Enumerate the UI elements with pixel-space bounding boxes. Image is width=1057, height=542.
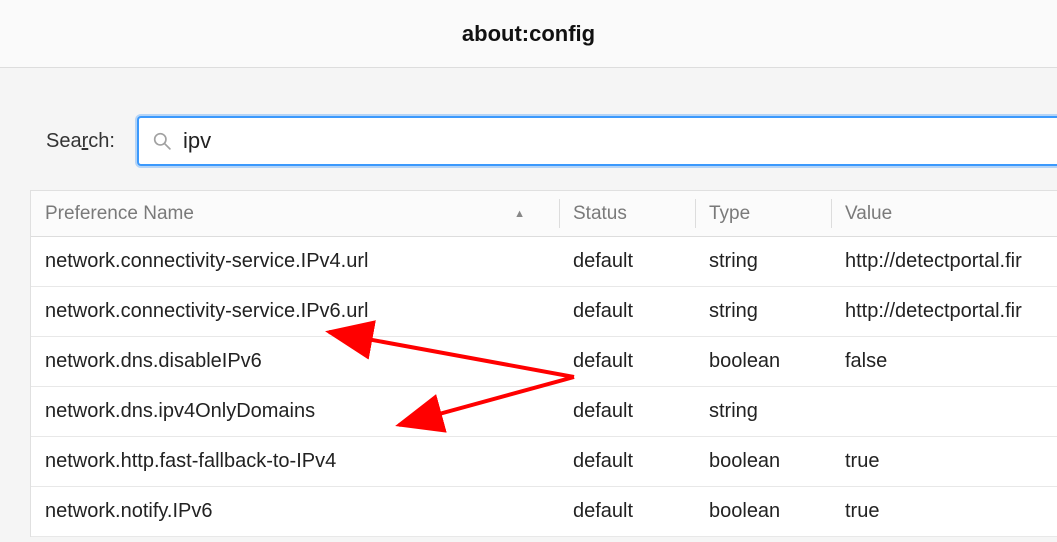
pref-status: default (559, 287, 695, 336)
pref-status: default (559, 437, 695, 486)
pref-status: default (559, 237, 695, 286)
pref-name: network.dns.ipv4OnlyDomains (31, 387, 559, 436)
column-header-type[interactable]: Type (695, 191, 831, 236)
pref-type: string (695, 387, 831, 436)
pref-status: default (559, 337, 695, 386)
search-icon (153, 132, 171, 150)
page-title: about:config (462, 21, 595, 47)
search-input[interactable] (181, 127, 1043, 155)
table-row[interactable]: network.dns.ipv4OnlyDomainsdefaultstring (31, 387, 1057, 437)
table-row[interactable]: network.http.fast-fallback-to-IPv4defaul… (31, 437, 1057, 487)
pref-value: http://detectportal.fir (831, 287, 1057, 336)
search-label: Search: (46, 130, 115, 153)
column-header-status[interactable]: Status (559, 191, 695, 236)
pref-name: network.notify.IPv6 (31, 487, 559, 536)
pref-name: network.connectivity-service.IPv6.url (31, 287, 559, 336)
table-row[interactable]: network.connectivity-service.IPv4.urldef… (31, 237, 1057, 287)
pref-value: http://detectportal.fir (831, 237, 1057, 286)
table-row[interactable]: network.connectivity-service.IPv6.urldef… (31, 287, 1057, 337)
pref-name: network.http.fast-fallback-to-IPv4 (31, 437, 559, 486)
pref-value (831, 387, 1057, 436)
title-bar: about:config (0, 0, 1057, 68)
pref-type: string (695, 287, 831, 336)
column-header-value[interactable]: Value (831, 191, 1057, 236)
table-row[interactable]: network.dns.disableIPv6defaultbooleanfal… (31, 337, 1057, 387)
search-row: Search: (0, 68, 1057, 190)
search-box[interactable] (137, 116, 1057, 166)
pref-name: network.dns.disableIPv6 (31, 337, 559, 386)
column-header-name[interactable]: Preference Name ▲ (31, 191, 559, 236)
pref-type: boolean (695, 437, 831, 486)
preferences-table: Preference Name ▲ Status Type Value netw… (30, 190, 1057, 537)
pref-value: true (831, 437, 1057, 486)
pref-status: default (559, 487, 695, 536)
table-row[interactable]: network.notify.IPv6defaultbooleantrue (31, 487, 1057, 537)
sort-ascending-icon: ▲ (514, 208, 525, 220)
pref-value: true (831, 487, 1057, 536)
pref-type: string (695, 237, 831, 286)
pref-name: network.connectivity-service.IPv4.url (31, 237, 559, 286)
pref-status: default (559, 387, 695, 436)
pref-type: boolean (695, 337, 831, 386)
pref-value: false (831, 337, 1057, 386)
table-header: Preference Name ▲ Status Type Value (31, 191, 1057, 237)
pref-type: boolean (695, 487, 831, 536)
